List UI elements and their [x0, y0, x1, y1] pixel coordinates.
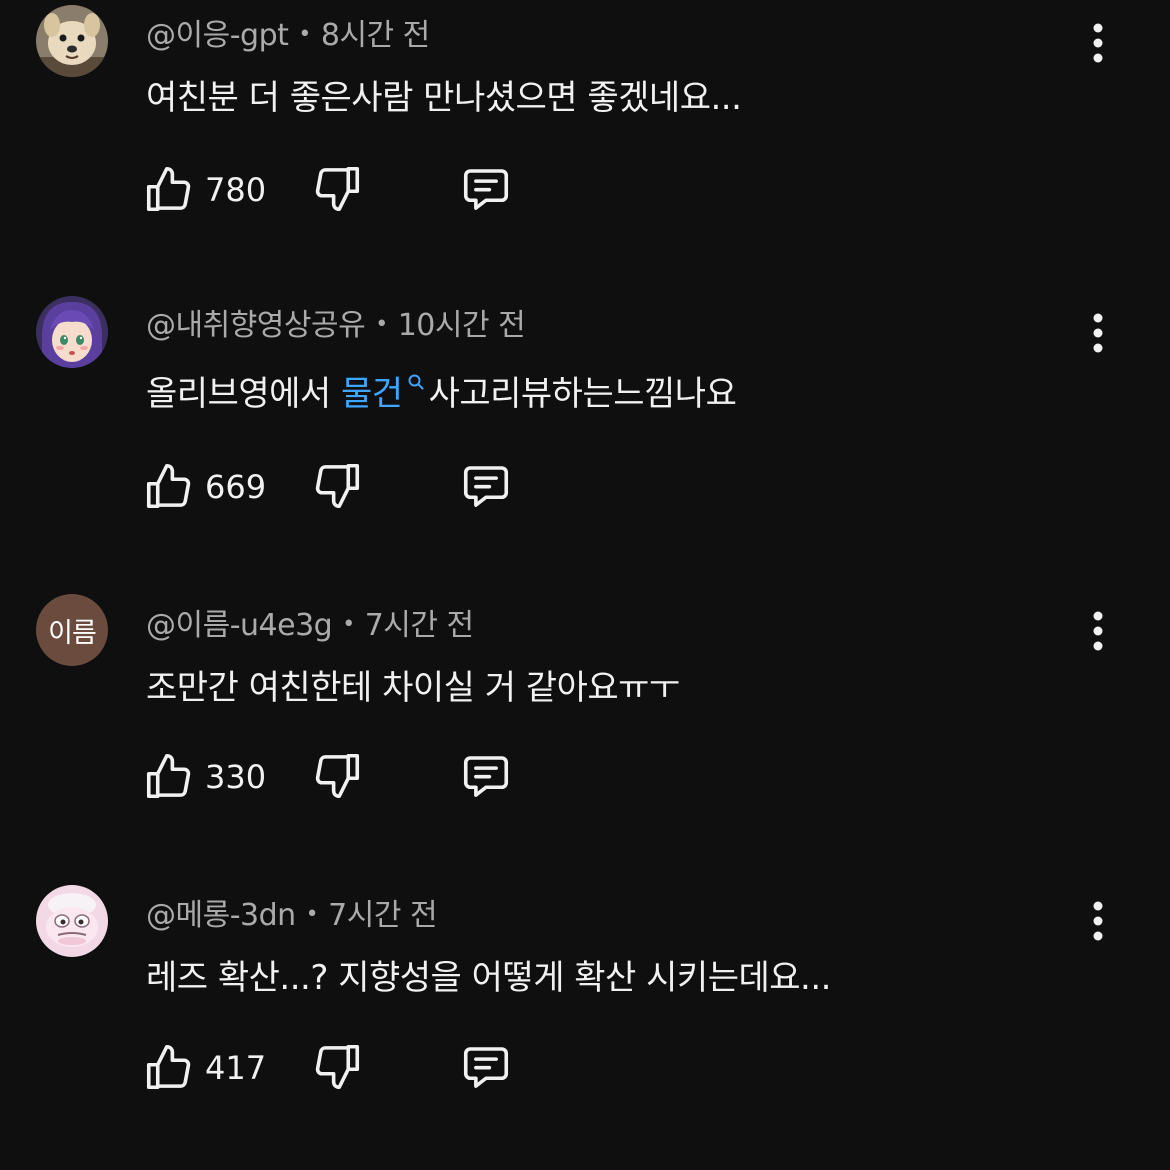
- dog-avatar-image: [36, 5, 108, 77]
- thumbs-down-icon: [315, 463, 360, 509]
- more-options-button[interactable]: [1082, 897, 1114, 945]
- like-count: 780: [205, 171, 267, 209]
- comment-time: 8시간 전: [320, 18, 430, 53]
- reply-button[interactable]: [458, 1040, 514, 1094]
- comment-item: @이응-gpt • 8시간 전 여친분 더 좋은사람 만나셨으면 좋겠네요... 7…: [0, 0, 1170, 290]
- more-options-button[interactable]: [1082, 19, 1114, 67]
- comment-author[interactable]: @이름-u4e3g: [146, 608, 333, 643]
- avatar[interactable]: [36, 5, 108, 77]
- comment-meta: @이응-gpt • 8시간 전: [146, 10, 430, 54]
- avatar[interactable]: [36, 296, 108, 368]
- thumbs-up-icon: [146, 463, 191, 509]
- comment-actions: 780: [142, 162, 542, 216]
- reply-comment-icon: [463, 1047, 509, 1088]
- search-link[interactable]: 물건: [341, 374, 403, 414]
- reply-comment-icon: [463, 756, 509, 797]
- dislike-button[interactable]: [310, 162, 364, 216]
- comment-actions: 417: [142, 1040, 542, 1094]
- comment-meta: @메롱-3dn • 7시간 전: [146, 890, 438, 934]
- comment-actions: 669: [142, 459, 542, 513]
- comment-text-before-link: 올리브영에서: [146, 374, 341, 414]
- comment-text-after-link: 사고리뷰하는느낌나요: [428, 374, 737, 414]
- comment-actions: 330: [142, 749, 542, 803]
- comment-text: 조만간 여친한테 차이실 거 같아요ㅠㅜ: [146, 668, 680, 708]
- comment-text: 여친분 더 좋은사람 만나셨으면 좋겠네요...: [146, 78, 742, 118]
- comment-text: 레즈 확산...? 지향성을 어떻게 확산 시키는데요...: [146, 958, 831, 998]
- comment-time: 7시간 전: [364, 608, 474, 643]
- comment-author[interactable]: @내취향영상공유: [146, 308, 366, 343]
- comment-author[interactable]: @메롱-3dn: [146, 898, 296, 933]
- search-icon[interactable]: [407, 360, 425, 400]
- avatar[interactable]: 이름: [36, 594, 108, 666]
- comment-meta: @이름-u4e3g • 7시간 전: [146, 600, 474, 644]
- thumbs-up-icon: [146, 753, 191, 799]
- reply-comment-icon: [463, 466, 509, 507]
- dislike-button[interactable]: [310, 459, 364, 513]
- like-count: 330: [205, 758, 267, 796]
- reply-button[interactable]: [458, 162, 514, 216]
- comment-time: 7시간 전: [328, 898, 438, 933]
- separator-dot: •: [305, 902, 319, 927]
- reply-comment-icon: [463, 169, 509, 210]
- more-vertical-icon: [1093, 23, 1103, 63]
- thumbs-down-icon: [315, 1044, 360, 1090]
- comment-text: 올리브영에서 물건 사고리뷰하는느낌나요: [146, 360, 737, 415]
- more-vertical-icon: [1093, 611, 1103, 651]
- thumbs-down-icon: [315, 166, 360, 212]
- like-button[interactable]: [142, 162, 196, 216]
- more-options-button[interactable]: [1082, 607, 1114, 655]
- separator-dot: •: [342, 612, 355, 637]
- separator-dot: •: [298, 22, 311, 47]
- comment-item: 이름 @이름-u4e3g • 7시간 전 조만간 여친한테 차이실 거 같아요ㅠㅜ …: [0, 590, 1170, 880]
- thumbs-up-icon: [146, 1044, 191, 1090]
- comment-item: @내취향영상공유 • 10시간 전 올리브영에서 물건 사고리뷰하는느낌나요 669: [0, 290, 1170, 580]
- like-count: 669: [205, 468, 267, 506]
- more-vertical-icon: [1093, 901, 1103, 941]
- reply-button[interactable]: [458, 459, 514, 513]
- dislike-button[interactable]: [310, 749, 364, 803]
- separator-dot: •: [375, 312, 388, 337]
- dislike-button[interactable]: [310, 1040, 364, 1094]
- more-vertical-icon: [1093, 313, 1103, 353]
- like-button[interactable]: [142, 1040, 196, 1094]
- thumbs-down-icon: [315, 753, 360, 799]
- thumbs-up-icon: [146, 166, 191, 212]
- like-button[interactable]: [142, 459, 196, 513]
- reply-button[interactable]: [458, 749, 514, 803]
- comment-meta: @내취향영상공유 • 10시간 전: [146, 300, 526, 344]
- comment-item: @메롱-3dn • 7시간 전 레즈 확산...? 지향성을 어떻게 확산 시키는데…: [0, 880, 1170, 1170]
- avatar[interactable]: [36, 885, 108, 957]
- comment-time: 10시간 전: [397, 308, 526, 343]
- like-count: 417: [205, 1049, 267, 1087]
- comment-author[interactable]: @이응-gpt: [146, 18, 289, 53]
- anime-avatar-image: [36, 296, 108, 368]
- more-options-button[interactable]: [1082, 309, 1114, 357]
- cartoon-avatar-image: [36, 885, 108, 957]
- like-button[interactable]: [142, 749, 196, 803]
